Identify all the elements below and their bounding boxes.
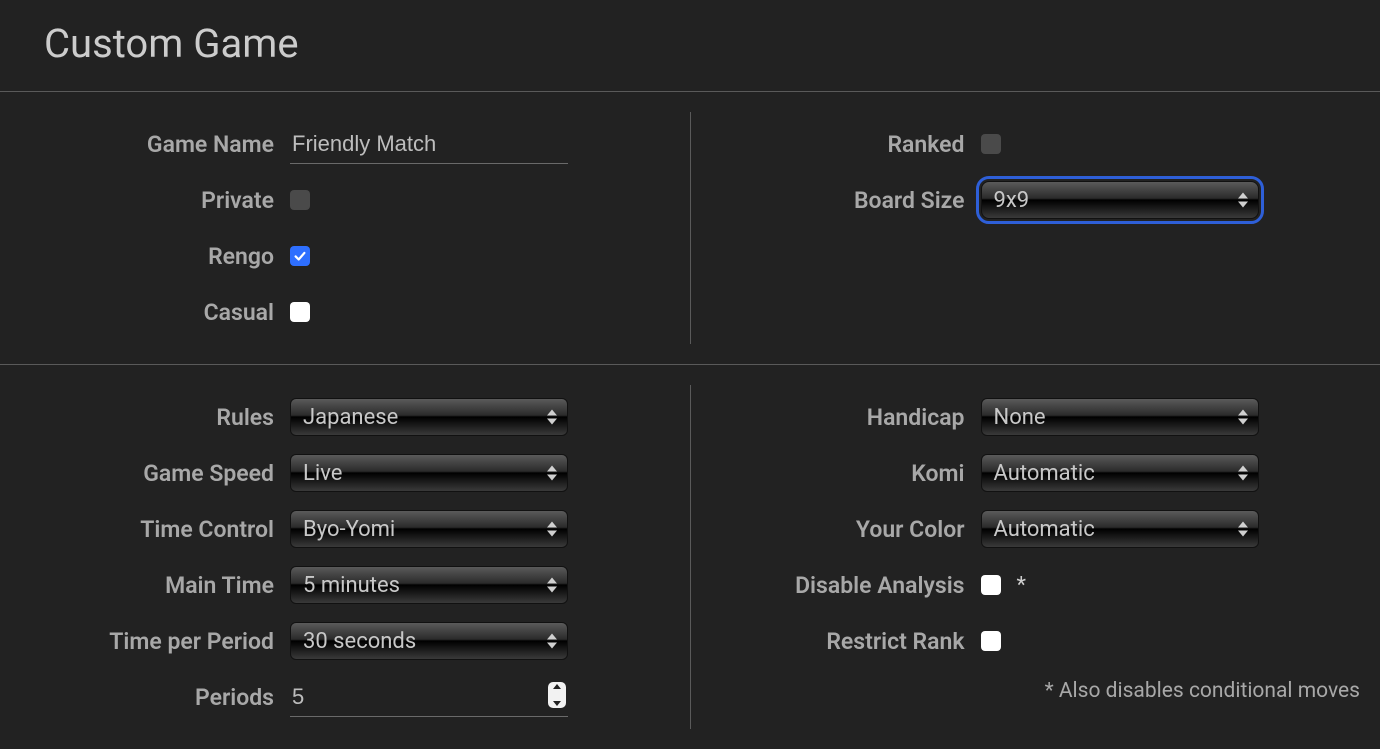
row-rules: Rules Japanese (0, 389, 690, 445)
komi-select[interactable]: Automatic (981, 454, 1259, 492)
col-left-2: Rules Japanese Game Speed Live Time Cont… (0, 365, 690, 749)
rengo-label: Rengo (0, 243, 290, 270)
periods-label: Periods (0, 684, 290, 711)
handicap-value: None (994, 405, 1046, 430)
row-your-color: Your Color Automatic (691, 501, 1380, 557)
chevron-updown-icon (547, 634, 557, 649)
page-title: Custom Game (0, 0, 1380, 91)
game-speed-value: Live (303, 461, 342, 486)
check-icon (293, 249, 307, 263)
periods-input[interactable] (290, 678, 568, 717)
col-left-1: Game Name Private Rengo Casual (0, 92, 690, 364)
periods-stepper[interactable] (548, 682, 566, 708)
komi-value: Automatic (994, 461, 1095, 486)
board-size-select[interactable]: 9x9 (981, 181, 1259, 219)
restrict-rank-checkbox[interactable] (981, 631, 1001, 651)
disable-analysis-label: Disable Analysis (691, 572, 981, 599)
chevron-updown-icon (1238, 522, 1248, 537)
row-game-name: Game Name (0, 116, 690, 172)
time-per-period-label: Time per Period (0, 628, 290, 655)
row-restrict-rank: Restrict Rank (691, 613, 1380, 669)
private-checkbox[interactable] (290, 190, 310, 210)
casual-label: Casual (0, 299, 290, 326)
private-label: Private (0, 187, 290, 214)
ranked-label: Ranked (691, 131, 981, 158)
chevron-updown-icon (547, 578, 557, 593)
chevron-updown-icon (547, 410, 557, 425)
chevron-updown-icon (1238, 410, 1248, 425)
game-name-label: Game Name (0, 131, 290, 158)
your-color-label: Your Color (691, 516, 981, 543)
time-control-label: Time Control (0, 516, 290, 543)
row-main-time: Main Time 5 minutes (0, 557, 690, 613)
rengo-checkbox[interactable] (290, 246, 310, 266)
row-speed: Game Speed Live (0, 445, 690, 501)
row-time-per-period: Time per Period 30 seconds (0, 613, 690, 669)
chevron-updown-icon (1238, 466, 1248, 481)
handicap-select[interactable]: None (981, 398, 1259, 436)
chevron-updown-icon (1238, 193, 1248, 208)
game-speed-select[interactable]: Live (290, 454, 568, 492)
time-control-value: Byo-Yomi (303, 517, 395, 542)
board-size-value: 9x9 (994, 188, 1030, 213)
your-color-select[interactable]: Automatic (981, 510, 1259, 548)
row-time-control: Time Control Byo-Yomi (0, 501, 690, 557)
time-per-period-select[interactable]: 30 seconds (290, 622, 568, 660)
game-name-input[interactable] (290, 125, 568, 164)
row-private: Private (0, 172, 690, 228)
section-advanced: Rules Japanese Game Speed Live Time Cont… (0, 365, 1380, 749)
row-handicap: Handicap None (691, 389, 1380, 445)
rules-value: Japanese (303, 405, 398, 430)
casual-checkbox[interactable] (290, 302, 310, 322)
footnote-text: * Also disables conditional moves (691, 669, 1380, 703)
time-per-period-value: 30 seconds (303, 629, 416, 654)
row-komi: Komi Automatic (691, 445, 1380, 501)
col-right-2: Handicap None Komi Automatic Your Color (691, 365, 1380, 749)
your-color-value: Automatic (994, 517, 1095, 542)
komi-label: Komi (691, 460, 981, 487)
chevron-updown-icon (547, 466, 557, 481)
rules-select[interactable]: Japanese (290, 398, 568, 436)
ranked-checkbox[interactable] (981, 134, 1001, 154)
main-time-select[interactable]: 5 minutes (290, 566, 568, 604)
board-size-label: Board Size (691, 187, 981, 214)
section-basic: Game Name Private Rengo Casual (0, 92, 1380, 364)
restrict-rank-label: Restrict Rank (691, 628, 981, 655)
main-time-value: 5 minutes (303, 573, 400, 598)
game-speed-label: Game Speed (0, 460, 290, 487)
main-time-label: Main Time (0, 572, 290, 599)
time-control-select[interactable]: Byo-Yomi (290, 510, 568, 548)
col-right-1: Ranked Board Size 9x9 (691, 92, 1380, 364)
disable-analysis-checkbox[interactable] (981, 575, 1001, 595)
row-board-size: Board Size 9x9 (691, 172, 1380, 228)
chevron-down-icon (553, 701, 561, 706)
chevron-up-icon (553, 684, 561, 689)
row-periods: Periods (0, 669, 690, 725)
row-ranked: Ranked (691, 116, 1380, 172)
row-casual: Casual (0, 284, 690, 340)
chevron-updown-icon (547, 522, 557, 537)
row-disable-analysis: Disable Analysis * (691, 557, 1380, 613)
row-rengo: Rengo (0, 228, 690, 284)
handicap-label: Handicap (691, 404, 981, 431)
asterisk-icon: * (1011, 573, 1026, 598)
rules-label: Rules (0, 404, 290, 431)
